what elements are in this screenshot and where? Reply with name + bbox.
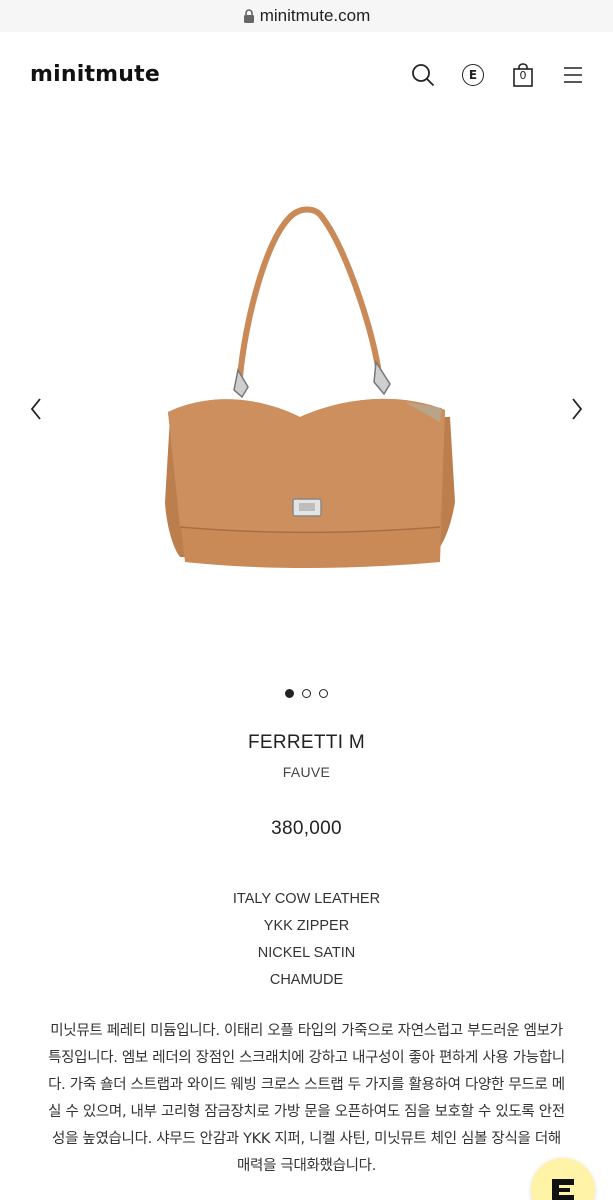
chat-icon <box>552 1179 574 1200</box>
hamburger-menu-icon <box>564 67 582 83</box>
e-point-icon: E <box>462 64 484 86</box>
product-image-carousel[interactable] <box>0 122 613 682</box>
carousel-dot-3[interactable] <box>319 689 328 698</box>
carousel-next-button[interactable] <box>565 394 589 424</box>
cart-button[interactable]: 0 <box>508 60 538 90</box>
product-specs: ITALY COW LEATHER YKK ZIPPER NICKEL SATI… <box>0 886 613 994</box>
chevron-right-icon <box>572 398 583 420</box>
product-name: FERRETTI M <box>248 732 365 753</box>
site-header: minitmute E 0 <box>0 32 613 122</box>
spec-item: CHAMUDE <box>269 972 344 988</box>
carousel-pagination <box>0 689 613 698</box>
spec-item: ITALY COW LEATHER <box>232 891 381 907</box>
product-description: 미닛뮤트 페레티 미듐입니다. 이태리 오플 타입의 가죽으로 자연스럽고 부드… <box>48 1023 565 1174</box>
product-color: FAUVE <box>282 764 331 780</box>
product-price: 380,000 <box>271 818 342 839</box>
search-icon <box>412 64 435 87</box>
search-button[interactable] <box>408 60 438 90</box>
menu-button[interactable] <box>558 60 588 90</box>
carousel-dot-1[interactable] <box>285 689 294 698</box>
carousel-dot-2[interactable] <box>302 689 311 698</box>
spec-item: YKK ZIPPER <box>263 918 350 934</box>
browser-address-bar[interactable]: minitmute.com <box>0 0 613 32</box>
carousel-prev-button[interactable] <box>24 394 48 424</box>
cart-count: 0 <box>519 69 527 82</box>
browser-url: minitmute.com <box>259 6 371 25</box>
lock-icon <box>243 9 254 23</box>
chevron-left-icon <box>30 398 41 420</box>
site-logo[interactable]: minitmute <box>30 62 160 87</box>
spec-item: NICKEL SATIN <box>257 945 356 961</box>
e-point-button[interactable]: E <box>458 60 488 90</box>
product-image <box>165 206 455 568</box>
